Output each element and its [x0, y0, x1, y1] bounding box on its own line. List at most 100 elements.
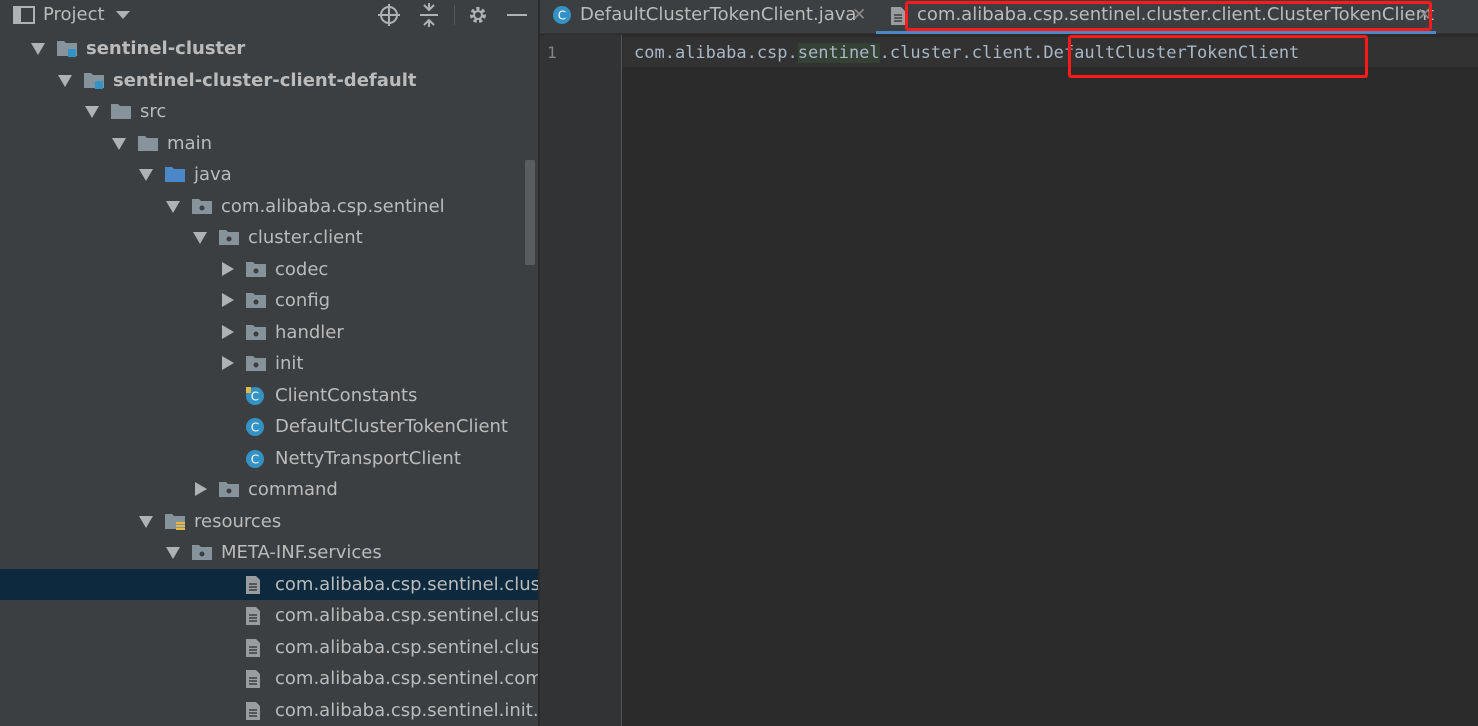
expand-arrow-down-icon[interactable] [139, 515, 153, 528]
resources-folder-icon [164, 512, 185, 530]
code-prefix: com.alibaba.csp. [634, 43, 798, 63]
tree-item[interactable]: src [0, 96, 538, 127]
tree-item-label: handler [275, 321, 344, 343]
class-lock-icon: C [245, 386, 265, 405]
tree-item-label: java [194, 164, 232, 185]
tab-default-cluster-token-client[interactable]: C DefaultClusterTokenClient.java ✕ [540, 0, 874, 34]
line-number-gutter: 1 [540, 35, 622, 726]
package-icon [191, 197, 212, 215]
tree-item-label: DefaultClusterTokenClient [275, 416, 508, 437]
tree-item-label: com.alibaba.csp.sentinel.cluster.co [275, 605, 538, 626]
tree-item-label: init [275, 353, 304, 374]
tree-scrollbar[interactable] [525, 160, 535, 265]
folder-icon [110, 102, 131, 120]
package-icon [245, 291, 266, 309]
tree-item-label: META-INF.services [221, 542, 382, 563]
tree-item[interactable]: sentinel-cluster [0, 33, 538, 64]
tree-item[interactable]: C DefaultClusterTokenClient [0, 411, 538, 442]
expand-arrow-right-icon[interactable] [222, 356, 234, 370]
tree-item-label: sentinel-cluster [86, 38, 246, 59]
gear-icon[interactable] [465, 0, 491, 30]
svg-text:C: C [251, 452, 259, 466]
editor-tab-bar: C DefaultClusterTokenClient.java ✕ com.a… [540, 0, 1478, 34]
tree-item[interactable]: cluster.client [0, 222, 538, 253]
tree-item[interactable]: command [0, 474, 538, 505]
locate-target-icon[interactable] [376, 0, 402, 30]
tree-item[interactable]: META-INF.services [0, 537, 538, 568]
line-number: 1 [547, 43, 557, 62]
tree-item[interactable]: java [0, 159, 538, 190]
tree-item[interactable]: com.alibaba.csp.sentinel.init.InitFu [0, 695, 538, 726]
package-icon [245, 260, 266, 278]
tree-item-label: codec [275, 258, 329, 280]
expand-arrow-down-icon[interactable] [112, 137, 126, 150]
expand-arrow-right-icon[interactable] [222, 261, 234, 276]
active-tab-indicator [876, 31, 1436, 34]
expand-arrow-down-icon[interactable] [166, 200, 180, 213]
highlight-box-tab [905, 1, 1432, 31]
tree-item[interactable]: com.alibaba.csp.sentinel [0, 191, 538, 222]
tree-item[interactable]: com.alibaba.csp.sentinel.cluster.co [0, 600, 538, 631]
text-file-icon [245, 575, 265, 594]
project-panel: Project sentinel-cluster sentinel-cluster… [0, 0, 538, 726]
tree-item-label: com.alibaba.csp.sentinel.init.InitFu [275, 699, 538, 721]
expand-arrow-right-icon[interactable] [222, 293, 234, 307]
chevron-down-icon[interactable] [114, 0, 132, 30]
tree-item[interactable]: C ClientConstants [0, 380, 538, 411]
expand-arrow-down-icon[interactable] [85, 106, 99, 118]
tree-item[interactable]: resources [0, 506, 538, 537]
tab-label: DefaultClusterTokenClient.java [580, 4, 857, 25]
tree-item[interactable]: com.alibaba.csp.sentinel.cluster.co [0, 632, 538, 663]
close-icon[interactable]: ✕ [852, 0, 866, 30]
project-panel-title[interactable]: Project [43, 0, 105, 30]
tree-item[interactable]: init [0, 348, 538, 379]
tree-item-label: com.alibaba.csp.sentinel.cluster.co [275, 636, 538, 658]
tree-item[interactable]: main [0, 128, 538, 159]
code-highlighted-word: sentinel [797, 43, 880, 63]
expand-arrow-down-icon[interactable] [31, 43, 45, 55]
tree-item-label: cluster.client [248, 227, 363, 248]
tree-item[interactable]: com.alibaba.csp.sentinel.comman [0, 663, 538, 694]
tree-item-label: NettyTransportClient [275, 447, 461, 469]
expand-arrow-right-icon[interactable] [222, 324, 234, 339]
svg-text:C: C [558, 9, 566, 23]
tree-item[interactable]: sentinel-cluster-client-default [0, 65, 538, 96]
expand-arrow-down-icon[interactable] [58, 74, 72, 87]
expand-arrow-down-icon[interactable] [139, 169, 153, 181]
header-separator [454, 5, 455, 25]
expand-arrow-right-icon[interactable] [195, 482, 207, 496]
text-file-icon [890, 6, 906, 30]
expand-arrow-down-icon[interactable] [193, 232, 207, 244]
code-middle: .cluster.client. [879, 43, 1044, 63]
tree-item[interactable]: C NettyTransportClient [0, 443, 538, 474]
tree-item[interactable]: com.alibaba.csp.sentinel.cluster.cli [0, 568, 538, 600]
text-file-icon [245, 701, 265, 720]
tree-item[interactable]: config [0, 285, 538, 316]
module-folder-icon [56, 39, 77, 57]
package-icon [218, 228, 239, 246]
tree-item[interactable]: codec [0, 254, 538, 285]
tree-item-label: ClientConstants [275, 384, 418, 406]
tree-item-label: resources [194, 510, 282, 532]
expand-arrow-down-icon[interactable] [166, 547, 180, 559]
tree-item-label: src [140, 101, 167, 122]
tree-item-label: config [275, 290, 331, 311]
minimize-icon[interactable] [505, 0, 529, 30]
tree-item-label: com.alibaba.csp.sentinel.cluster.cli [275, 573, 538, 595]
tree-item-label: com.alibaba.csp.sentinel [221, 195, 445, 217]
highlight-box-code [1068, 35, 1368, 78]
class-icon: C [552, 5, 572, 29]
package-icon [218, 480, 239, 498]
text-file-icon [245, 669, 265, 688]
project-view-icon[interactable] [12, 0, 36, 30]
tree-item-label: main [167, 132, 212, 154]
project-panel-header: Project [0, 0, 538, 30]
tree-item[interactable]: handler [0, 317, 538, 348]
svg-text:C: C [251, 389, 259, 403]
folder-icon [137, 134, 158, 152]
package-icon [245, 354, 266, 372]
class-icon: C [245, 449, 265, 468]
collapse-all-icon[interactable] [416, 0, 442, 30]
source-folder-icon [164, 165, 185, 183]
editor-area: C DefaultClusterTokenClient.java ✕ com.a… [540, 0, 1478, 726]
